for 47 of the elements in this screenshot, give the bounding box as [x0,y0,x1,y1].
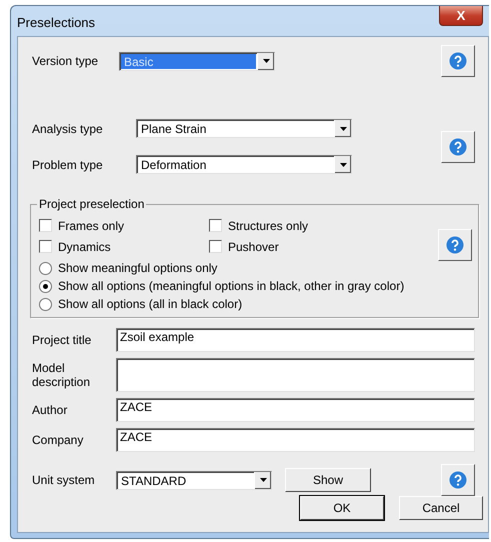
checkbox-label: Pushover [228,240,279,254]
dropdown-arrow-icon [262,59,270,63]
radio-label: Show meaningful options only [58,261,218,275]
input-field[interactable]: Zsoil example [116,328,475,352]
help-button[interactable] [438,229,472,261]
checkbox-label: Frames only [58,218,124,232]
radio-button[interactable] [39,280,52,292]
dropdown-arrow-icon [260,478,266,482]
checkbox[interactable] [209,219,222,232]
radio-label: Show all options (all in black color) [58,297,242,311]
field-label: Model description [32,361,92,389]
field-label: Analysis type [32,122,104,136]
checkbox[interactable] [39,219,52,232]
help-button[interactable] [441,464,475,496]
input-field[interactable]: ZACE [116,398,475,422]
checkbox-label: Dynamics [58,240,111,254]
help-button[interactable] [441,45,475,77]
help-icon [449,52,467,70]
field-label: Version type [32,54,100,68]
field-label: Company [32,433,84,447]
group-title: Project preselection [37,197,146,211]
field-label: Problem type [32,158,104,172]
field-label: Author [32,403,68,417]
ok-button[interactable]: OK [300,496,384,520]
checkbox[interactable] [39,240,52,253]
help-button[interactable] [441,130,475,162]
dropdown[interactable]: Deformation [136,155,352,174]
help-icon [449,471,467,489]
field-label: Unit system [32,473,96,487]
dropdown[interactable]: Plane Strain [136,119,352,138]
radio-button[interactable] [39,262,52,274]
close-button[interactable]: X [439,6,483,26]
text-area[interactable] [116,358,475,392]
window-title: Preselections [17,15,96,30]
checkbox[interactable] [209,240,222,253]
help-icon [446,236,464,254]
field-label: Project title [32,333,92,347]
unit-system-dropdown[interactable]: STANDARD [116,470,272,490]
cancel-button[interactable]: Cancel [399,496,483,520]
radio-label: Show all options (meaningful options in black, other in gray color) [58,279,404,293]
input-field[interactable]: ZACE [116,428,475,452]
show-button[interactable]: Show [285,468,371,492]
radio-button[interactable] [39,298,52,310]
dropdown-arrow-icon [340,126,346,130]
help-icon [449,138,467,156]
dropdown-arrow-icon [340,162,346,166]
checkbox-label: Structures only [228,218,308,232]
